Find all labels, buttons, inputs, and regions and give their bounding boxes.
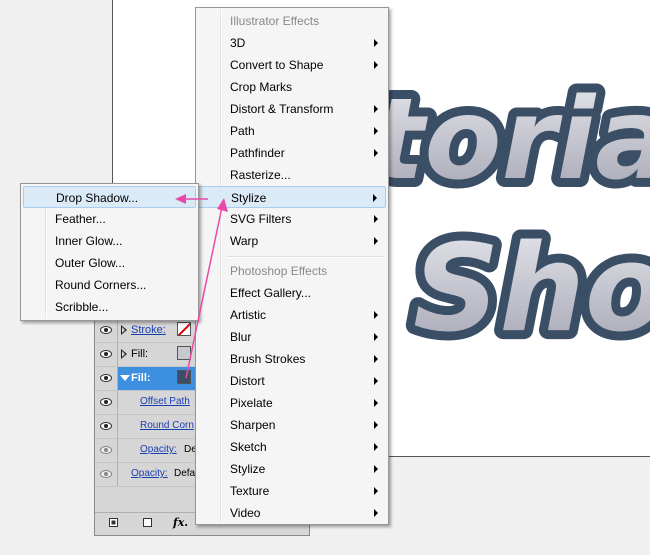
- round-corners-link[interactable]: Round Corn: [140, 420, 194, 431]
- visibility-eye-icon[interactable]: [100, 326, 112, 334]
- menu-item-crop-marks[interactable]: Crop Marks: [198, 76, 386, 98]
- submenu-arrow-icon: [374, 149, 378, 157]
- submenu-item-scribble[interactable]: Scribble...: [23, 296, 196, 318]
- menu-item-sketch[interactable]: Sketch: [198, 436, 386, 458]
- menu-item-blur[interactable]: Blur: [198, 326, 386, 348]
- menu-item-stylize-illustrator[interactable]: Stylize: [198, 186, 386, 208]
- stylize-submenu: Drop Shadow... Feather... Inner Glow... …: [20, 183, 199, 321]
- submenu-arrow-icon: [374, 105, 378, 113]
- collapse-arrow-icon[interactable]: [120, 375, 130, 381]
- effect-menu: Illustrator Effects 3D Convert to Shape …: [195, 7, 389, 525]
- menu-item-3d[interactable]: 3D: [198, 32, 386, 54]
- menu-item-brush-strokes[interactable]: Brush Strokes: [198, 348, 386, 370]
- menu-item-path[interactable]: Path: [198, 120, 386, 142]
- menu-item-sharpen[interactable]: Sharpen: [198, 414, 386, 436]
- expand-arrow-icon[interactable]: [121, 325, 127, 335]
- submenu-item-drop-shadow[interactable]: Drop Shadow...: [23, 186, 196, 208]
- submenu-arrow-icon: [374, 377, 378, 385]
- menu-item-pixelate[interactable]: Pixelate: [198, 392, 386, 414]
- add-new-fill-icon[interactable]: [143, 518, 152, 527]
- menu-item-convert-to-shape[interactable]: Convert to Shape: [198, 54, 386, 76]
- add-new-effect-fx-icon[interactable]: fx.: [173, 516, 188, 529]
- submenu-arrow-icon: [374, 39, 378, 47]
- offset-path-link[interactable]: Offset Path: [140, 396, 190, 407]
- submenu-arrow-icon: [374, 127, 378, 135]
- visibility-eye-icon[interactable]: [100, 422, 112, 430]
- menu-header-photoshop-effects: Photoshop Effects: [230, 264, 328, 278]
- menu-item-effect-gallery[interactable]: Effect Gallery...: [198, 282, 386, 304]
- expand-arrow-icon[interactable]: [121, 349, 127, 359]
- menu-item-stylize-photoshop[interactable]: Stylize: [198, 458, 386, 480]
- fill-label: Fill:: [131, 372, 151, 384]
- submenu-arrow-icon: [374, 333, 378, 341]
- artwork-line-2: Shoo: [413, 220, 650, 359]
- visibility-eye-icon: [100, 446, 112, 454]
- visibility-eye-icon[interactable]: [100, 398, 112, 406]
- menu-item-pathfinder[interactable]: Pathfinder: [198, 142, 386, 164]
- visibility-eye-icon: [100, 470, 112, 478]
- menu-item-rasterize[interactable]: Rasterize...: [198, 164, 386, 186]
- fill-label: Fill:: [131, 348, 149, 360]
- submenu-item-round-corners[interactable]: Round Corners...: [23, 274, 196, 296]
- object-opacity-value: Defa: [174, 468, 196, 479]
- submenu-item-outer-glow[interactable]: Outer Glow...: [23, 252, 196, 274]
- submenu-arrow-icon: [374, 465, 378, 473]
- submenu-arrow-icon: [374, 215, 378, 223]
- fill-swatch-dark[interactable]: [177, 370, 191, 384]
- menu-item-svg-filters[interactable]: SVG Filters: [198, 208, 386, 230]
- submenu-arrow-icon: [374, 443, 378, 451]
- menu-separator: [226, 256, 384, 258]
- menu-item-artistic[interactable]: Artistic: [198, 304, 386, 326]
- stroke-label[interactable]: Stroke:: [131, 324, 166, 336]
- submenu-arrow-icon: [374, 311, 378, 319]
- menu-item-warp[interactable]: Warp: [198, 230, 386, 252]
- menu-item-distort[interactable]: Distort: [198, 370, 386, 392]
- submenu-arrow-icon: [374, 355, 378, 363]
- submenu-arrow-icon: [374, 509, 378, 517]
- menu-item-distort-transform[interactable]: Distort & Transform: [198, 98, 386, 120]
- submenu-arrow-icon: [374, 399, 378, 407]
- stroke-none-swatch[interactable]: [177, 322, 191, 336]
- submenu-arrow-icon: [373, 194, 377, 202]
- submenu-arrow-icon: [374, 487, 378, 495]
- submenu-arrow-icon: [374, 421, 378, 429]
- menu-item-video[interactable]: Video: [198, 502, 386, 524]
- fill-swatch-gray[interactable]: [177, 346, 191, 360]
- menu-header-illustrator-effects: Illustrator Effects: [230, 14, 320, 28]
- submenu-item-inner-glow[interactable]: Inner Glow...: [23, 230, 196, 252]
- visibility-eye-icon[interactable]: [100, 374, 112, 382]
- submenu-arrow-icon: [374, 61, 378, 69]
- menu-item-texture[interactable]: Texture: [198, 480, 386, 502]
- visibility-eye-icon[interactable]: [100, 350, 112, 358]
- add-new-stroke-icon[interactable]: [109, 518, 118, 527]
- object-opacity-link[interactable]: Opacity:: [131, 468, 168, 479]
- submenu-item-feather[interactable]: Feather...: [23, 208, 196, 230]
- opacity-link[interactable]: Opacity:: [140, 444, 177, 455]
- submenu-arrow-icon: [374, 237, 378, 245]
- artwork-line-1: torial: [371, 75, 650, 205]
